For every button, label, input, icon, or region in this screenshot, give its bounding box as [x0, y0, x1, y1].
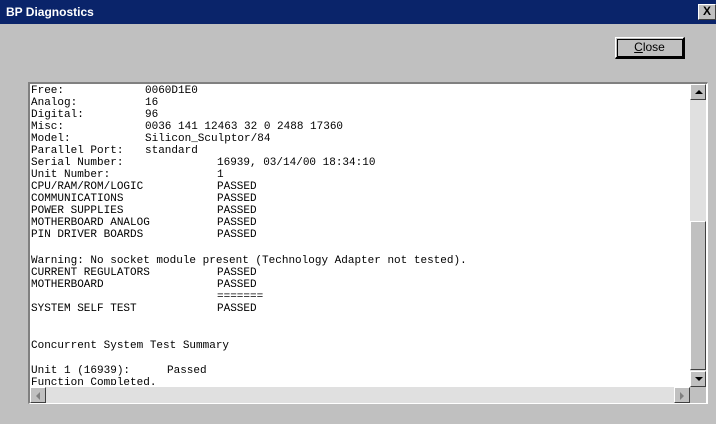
log-label: CPU/RAM/ROM/LOGIC: [31, 181, 144, 193]
log-label: Unit Number:: [31, 169, 111, 181]
window-close-button[interactable]: X: [698, 4, 716, 20]
bp-diagnostics-window: BP Diagnostics X Close Free: 0060D1E0 Ana…: [0, 0, 716, 424]
diagnostics-log: Free: 0060D1E0 Analog: 16 Digital: 96 Misc:…: [31, 85, 689, 385]
log-label: Analog:: [31, 97, 78, 109]
log-label: COMMUNICATIONS: [31, 193, 124, 205]
close-button-mnemonic: C: [634, 40, 643, 54]
horizontal-scrollbar[interactable]: [30, 387, 690, 403]
log-label: CURRENT REGULATORS: [31, 267, 150, 279]
close-button-label: lose: [642, 40, 665, 54]
log-label: Concurrent System Test Summary: [31, 340, 230, 352]
log-label: Misc:: [31, 121, 65, 133]
vertical-scrollbar[interactable]: [690, 84, 706, 387]
log-line: PIN DRIVER BOARDS PASSED: [31, 229, 257, 242]
log-value: PASSED: [217, 303, 257, 315]
close-button[interactable]: Close: [615, 37, 685, 59]
log-value: 16939, 03/14/00 18:34:10: [217, 157, 376, 169]
log-label: Serial Number:: [31, 157, 124, 169]
window-title: BP Diagnostics: [6, 5, 94, 19]
arrow-up-icon: [695, 90, 703, 94]
log-label: PIN DRIVER BOARDS: [31, 229, 144, 241]
log-label: Model:: [31, 133, 71, 145]
log-label: MOTHERBOARD ANALOG: [31, 217, 150, 229]
log-label: Warning: No socket module present (Techn…: [31, 255, 467, 267]
arrow-down-icon: [695, 377, 703, 381]
close-icon: X: [702, 4, 711, 18]
scroll-right-button[interactable]: [674, 387, 690, 403]
log-label: Unit 1 (16939):: [31, 365, 131, 377]
log-line: Function Completed.: [31, 377, 156, 385]
log-label: Function Completed.: [31, 377, 157, 385]
scroll-left-button[interactable]: [30, 387, 46, 403]
vertical-scroll-thumb[interactable]: [690, 221, 706, 370]
log-label: Free:: [31, 85, 65, 97]
scroll-up-button[interactable]: [690, 84, 706, 100]
log-value: Passed: [167, 365, 207, 377]
log-label: SYSTEM SELF TEST: [31, 303, 137, 315]
scrollbar-corner: [690, 387, 706, 403]
diagnostics-output[interactable]: Free: 0060D1E0 Analog: 16 Digital: 96 Misc:…: [28, 82, 708, 404]
log-label: Parallel Port:: [31, 145, 124, 157]
log-line: MOTHERBOARD PASSED: [31, 279, 257, 292]
title-bar[interactable]: BP Diagnostics X: [0, 0, 716, 24]
log-line: SYSTEM SELF TEST PASSED: [31, 303, 257, 316]
arrow-right-icon: [680, 392, 684, 400]
scroll-down-button[interactable]: [690, 371, 706, 387]
log-value: PASSED: [217, 229, 257, 241]
arrow-left-icon: [36, 392, 40, 400]
log-heading: Concurrent System Test Summary: [31, 340, 229, 353]
log-label: MOTHERBOARD: [31, 279, 104, 291]
log-value: standard: [145, 145, 198, 157]
log-label: Digital:: [31, 109, 84, 121]
log-label: POWER SUPPLIES: [31, 205, 124, 217]
